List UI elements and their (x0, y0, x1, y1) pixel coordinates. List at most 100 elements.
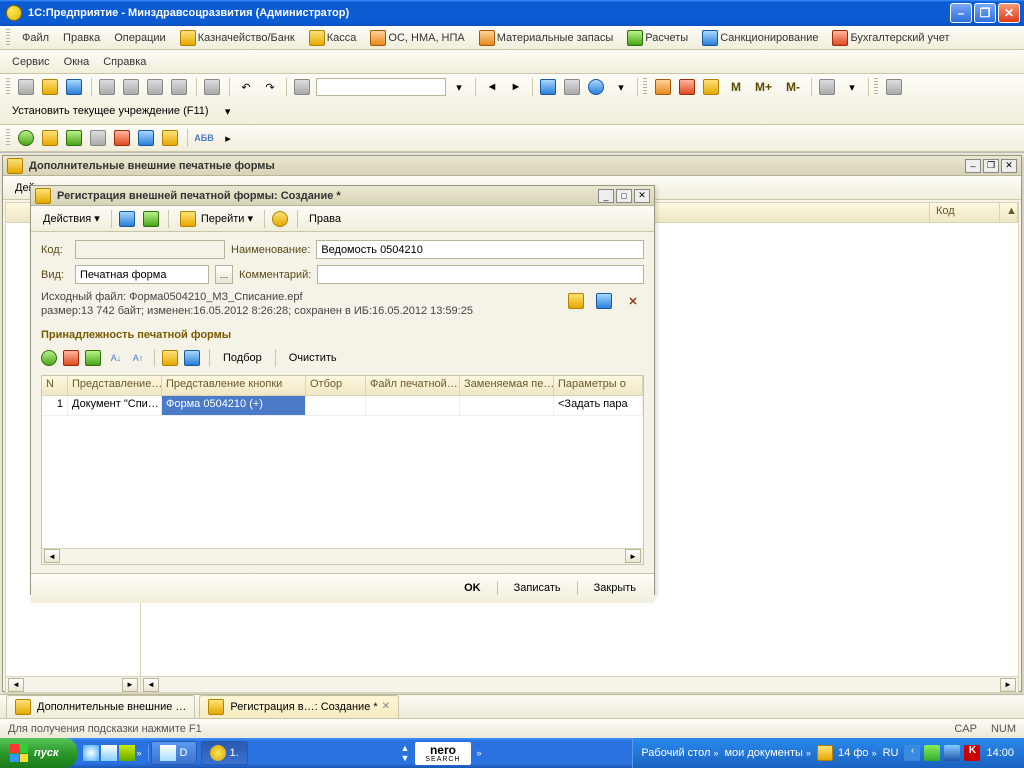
tb-next[interactable]: ▸ (217, 127, 239, 149)
kind-input[interactable] (75, 265, 209, 284)
cell-replace[interactable] (460, 396, 554, 415)
dialog-close-button[interactable]: ✕ (634, 189, 650, 203)
tb-add[interactable] (16, 127, 38, 149)
menu-service[interactable]: Сервис (6, 54, 56, 70)
tb-addgroup[interactable] (40, 127, 62, 149)
tb-hier[interactable] (136, 127, 158, 149)
nero-search-widget[interactable]: nero SEARCH (415, 742, 470, 765)
menu-kassa[interactable]: Касса (303, 28, 363, 48)
tb-del[interactable] (112, 127, 134, 149)
menu-treasury[interactable]: Казначейство/Банк (174, 28, 301, 48)
kind-select-button[interactable]: … (215, 265, 233, 284)
clock[interactable]: 14:00 (986, 747, 1014, 759)
grid-clear-button[interactable]: Очистить (283, 350, 343, 366)
desktop-toolbar[interactable]: Рабочий стол » (641, 747, 718, 759)
dialog-maximize-button[interactable]: □ (616, 189, 632, 203)
cut-button[interactable] (97, 76, 119, 98)
cancel-button[interactable]: Закрыть (588, 580, 642, 596)
menu-windows[interactable]: Окна (58, 54, 96, 70)
bg-close-button[interactable]: ✕ (1001, 159, 1017, 173)
scroll-left-button[interactable]: ◄ (44, 549, 60, 563)
search-input[interactable] (316, 78, 446, 96)
menu-sanction[interactable]: Санкционирование (696, 28, 824, 48)
paste-button[interactable] (145, 76, 167, 98)
tb-edit[interactable] (64, 127, 86, 149)
save-button[interactable] (64, 76, 86, 98)
write-button[interactable]: Записать (508, 580, 567, 596)
menu-calc[interactable]: Расчеты (621, 28, 694, 48)
menu-accounting[interactable]: Бухгалтерский учет (826, 28, 955, 48)
scroll-right-button[interactable]: ► (625, 549, 641, 563)
grid-sort-asc-button[interactable]: A↓ (107, 349, 125, 367)
folder-toolbar[interactable]: 14 фо » (817, 745, 877, 761)
tray-icon-kaspersky[interactable]: K (964, 745, 980, 761)
grid-edit-button[interactable] (85, 349, 103, 367)
menu-edit[interactable]: Правка (57, 30, 106, 46)
dropdown2-button[interactable]: ▾ (841, 76, 863, 98)
redo-button[interactable]: ↷ (259, 76, 281, 98)
file-open-button[interactable] (566, 290, 588, 312)
window-close-button[interactable]: ✕ (998, 3, 1020, 23)
bg-right-scrollbar[interactable]: ◄ ► (141, 676, 1018, 692)
refresh-button[interactable] (538, 76, 560, 98)
calendar-button[interactable] (677, 76, 699, 98)
bg-minimize-button[interactable]: – (965, 159, 981, 173)
orgs-button[interactable] (701, 76, 723, 98)
code-input[interactable] (75, 240, 225, 259)
cell-params[interactable]: <Задать пара (554, 396, 643, 415)
tray-icon-green[interactable] (924, 745, 940, 761)
scroll-right-button[interactable]: ► (122, 678, 138, 692)
col-repr[interactable]: Представление… (68, 376, 162, 395)
undo-button[interactable]: ↶ (235, 76, 257, 98)
file-clear-button[interactable]: ✕ (622, 290, 644, 312)
print-button[interactable] (202, 76, 224, 98)
ql-icon-1[interactable] (83, 745, 99, 761)
col-params[interactable]: Параметры о (554, 376, 643, 395)
col-replace[interactable]: Заменяемая пе… (460, 376, 554, 395)
grid-folder-button[interactable] (162, 349, 180, 367)
col-n[interactable]: N (42, 376, 68, 395)
refresh-toolbar-button[interactable] (141, 208, 163, 230)
col-filter[interactable]: Отбор (306, 376, 366, 395)
language-indicator[interactable]: RU (883, 747, 899, 759)
cell-btn-selected[interactable]: Форма 0504210 (+) (162, 396, 306, 415)
menu-materials[interactable]: Материальные запасы (473, 28, 620, 48)
tb-move[interactable] (160, 127, 182, 149)
grid-scrollbar[interactable]: ◄ ► (42, 548, 643, 564)
col-file[interactable]: Файл печатной… (366, 376, 460, 395)
scroll-right-button[interactable]: ► (1000, 678, 1016, 692)
cell-filter[interactable] (306, 396, 366, 415)
bg-window-titlebar[interactable]: Дополнительные внешние печатные формы – … (3, 156, 1021, 176)
wrench-button[interactable] (817, 76, 839, 98)
menu-help[interactable]: Справка (97, 54, 152, 70)
actions-menu[interactable]: Действия ▾ (37, 210, 106, 227)
start-button[interactable]: пуск (0, 738, 77, 768)
memory-m-button[interactable]: М (725, 78, 747, 96)
tb-copy[interactable] (88, 127, 110, 149)
tab-close-icon[interactable]: ✕ (382, 701, 390, 712)
bg-col-code[interactable]: Код (930, 203, 1000, 223)
dialog-titlebar[interactable]: Регистрация внешней печатной формы: Созд… (31, 186, 654, 206)
search-go-button[interactable]: ▾ (448, 76, 470, 98)
calc-button[interactable] (653, 76, 675, 98)
inst-icon-button[interactable] (884, 76, 906, 98)
grid-select-button[interactable]: Подбор (217, 350, 268, 366)
bg-restore-button[interactable]: ❐ (983, 159, 999, 173)
window-minimize-button[interactable]: – (950, 3, 972, 23)
help-button[interactable] (586, 76, 608, 98)
cell-repr[interactable]: Документ "Спи… (68, 396, 162, 415)
cell-file[interactable] (366, 396, 460, 415)
grid-save-button[interactable] (184, 349, 202, 367)
new-button[interactable] (16, 76, 38, 98)
menu-os[interactable]: ОС, НМА, НПА (364, 28, 470, 48)
bg-left-scrollbar[interactable]: ◄ ► (6, 676, 140, 692)
dialog-minimize-button[interactable]: _ (598, 189, 614, 203)
nav-back-button[interactable]: ◄ (481, 76, 503, 98)
cell-n[interactable]: 1 (42, 396, 68, 415)
set-institution-button[interactable]: Установить текущее учреждение (F11) (6, 103, 215, 119)
window-maximize-button[interactable]: ❐ (974, 3, 996, 23)
nav-fwd-button[interactable]: ► (505, 76, 527, 98)
ql-icon-3[interactable] (119, 745, 135, 761)
tray-icon-blue[interactable] (944, 745, 960, 761)
scroll-left-button[interactable]: ◄ (143, 678, 159, 692)
